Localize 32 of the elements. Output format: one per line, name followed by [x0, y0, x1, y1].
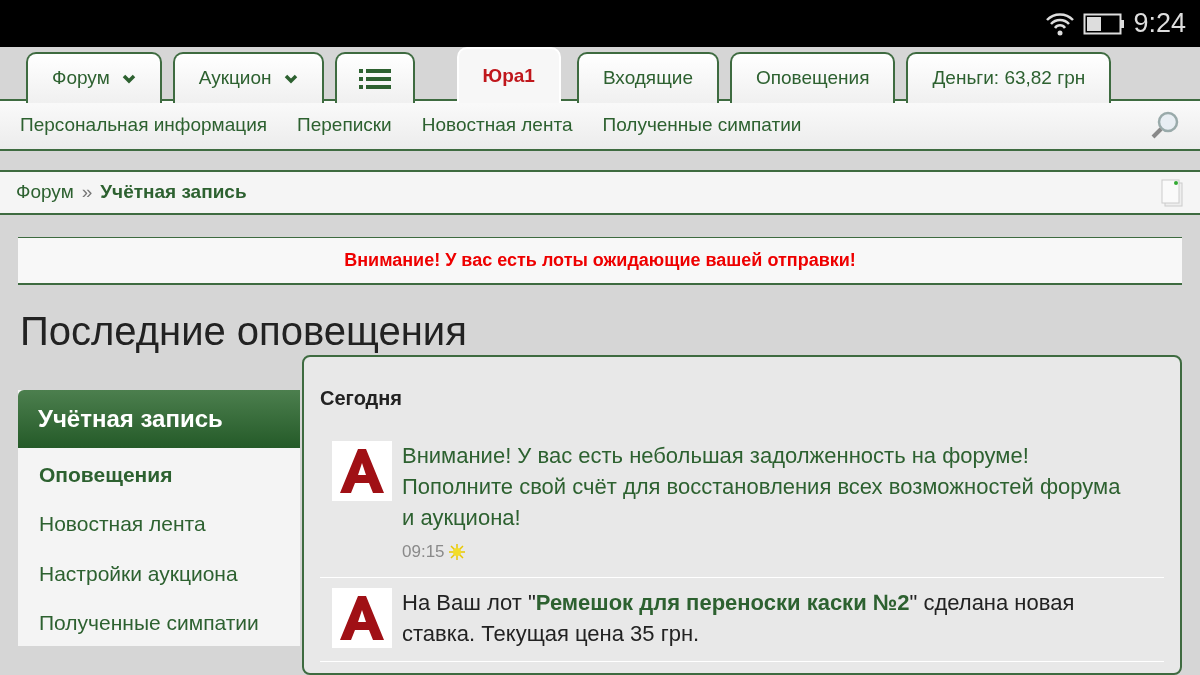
search-icon[interactable]: [1150, 110, 1180, 140]
breadcrumb-link[interactable]: Учётная запись: [100, 178, 247, 207]
notification-time: 09:15: [402, 541, 445, 564]
list-icon: [358, 68, 391, 89]
subnav-link[interactable]: Переписки: [297, 110, 392, 140]
nav-tab[interactable]: Входящие: [576, 52, 719, 103]
wifi-icon: [1045, 10, 1076, 37]
notification-link[interactable]: Внимание! У вас есть небольшая задолженность на форуме! Пополните свой счёт для восстановления всех возможностей форума и аукциона!: [402, 441, 1127, 534]
alert-message: Внимание! У вас есть лоты ожидающие вашей отправки!: [18, 237, 1182, 285]
notification-text: На Ваш лот "Ремешок для переноски каски №2" сделана новая ставка. Текущая цена 35 грн.: [402, 588, 1076, 648]
sidebar-item[interactable]: Настройки аукциона: [18, 546, 300, 597]
breadcrumb-separator: »: [81, 180, 93, 205]
page-title: Последние оповещения: [20, 308, 468, 355]
subnav-link[interactable]: Полученные симпатии: [602, 110, 802, 140]
status-time: 9:24: [1133, 7, 1186, 41]
sidebar-item[interactable]: Полученные симпатии: [18, 596, 300, 646]
section-heading: Сегодня: [320, 386, 404, 411]
breadcrumb-link[interactable]: Форум: [16, 178, 74, 207]
sidebar-item[interactable]: Новостная лента: [18, 497, 300, 547]
nav-tab[interactable]: Деньги: 63,82 грн: [906, 52, 1112, 103]
nav-tab[interactable]: Юра1: [456, 47, 561, 103]
battery-icon: [1083, 11, 1126, 36]
sidebar-title: Учётная запись: [18, 390, 300, 448]
caret-icon: [283, 73, 298, 84]
nav-tab[interactable]: Форум: [26, 52, 162, 103]
nav-tab[interactable]: Аукцион: [172, 52, 324, 103]
sidebar-item[interactable]: Оповещения: [18, 448, 300, 498]
caret-icon: [121, 73, 136, 84]
menu-tab[interactable]: [334, 52, 415, 103]
nav-tab[interactable]: Оповещения: [730, 52, 896, 103]
subnav-link[interactable]: Новостная лента: [421, 110, 573, 140]
subnav-link[interactable]: Персональная информация: [20, 110, 268, 140]
